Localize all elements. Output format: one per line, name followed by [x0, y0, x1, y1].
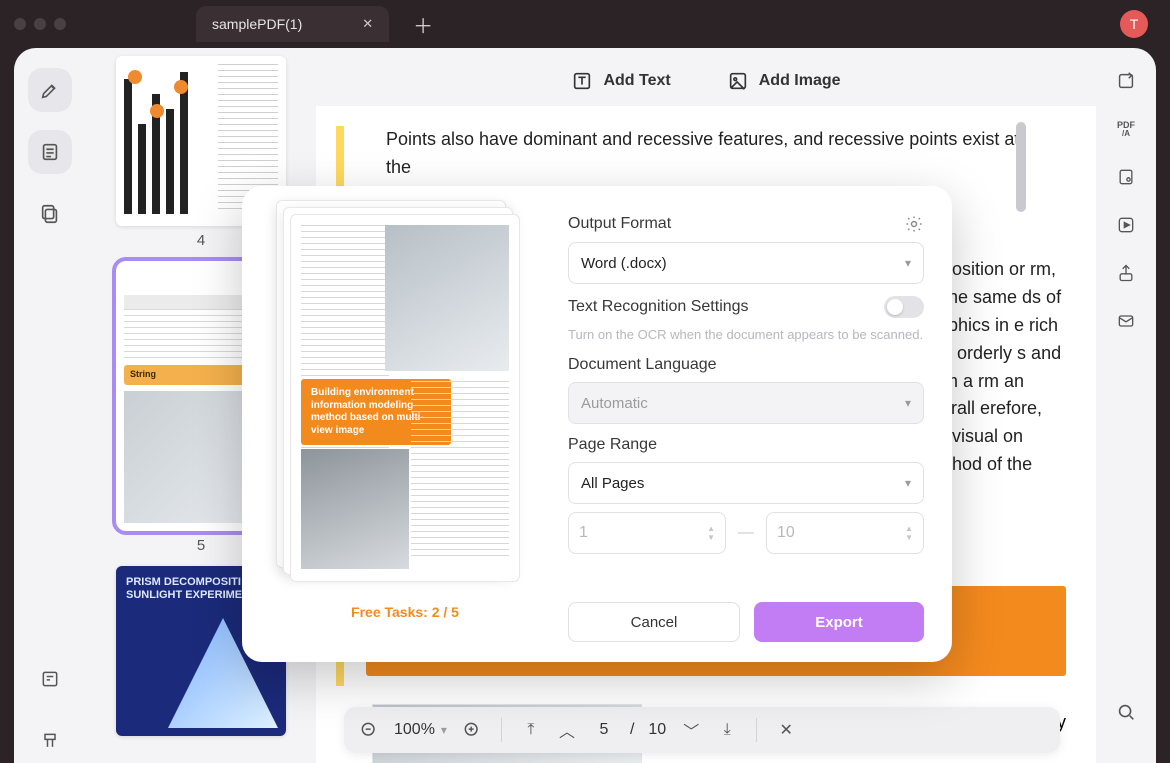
prev-page-icon[interactable]: ︿	[556, 719, 578, 741]
traffic-fullscreen[interactable]	[54, 18, 66, 30]
last-page-icon[interactable]: ⤓	[716, 719, 738, 741]
range-to-input[interactable]: 10 ▲▼	[766, 512, 924, 554]
range-from-value: 1	[579, 524, 588, 542]
bookmark-tool[interactable]	[28, 719, 72, 763]
add-text-button[interactable]: Add Text	[571, 70, 670, 92]
stepper-icon[interactable]: ▲▼	[905, 524, 913, 542]
close-bar-icon[interactable]: ✕	[775, 719, 797, 741]
pdfa-icon[interactable]: PDF/A	[1113, 116, 1139, 142]
export-fields: Output Format Word (.docx) ▾ Text Recogn…	[568, 214, 924, 642]
export-dialog: Building environment information modelin…	[242, 186, 952, 662]
form-tool[interactable]	[28, 657, 72, 701]
ocr-label: Text Recognition Settings	[568, 298, 749, 316]
notes-tool[interactable]	[28, 130, 72, 174]
zoom-out-icon[interactable]	[358, 719, 380, 741]
chevron-down-icon: ▾	[905, 256, 911, 270]
first-page-icon[interactable]: ⤒	[520, 719, 542, 741]
share-icon[interactable]	[1113, 260, 1139, 286]
copy-tool[interactable]	[28, 192, 72, 236]
right-tool-rail: PDF/A	[1096, 48, 1156, 763]
ocr-hint: Turn on the OCR when the document appear…	[568, 326, 924, 344]
user-avatar[interactable]: T	[1120, 10, 1148, 38]
vertical-scrollbar[interactable]	[1016, 122, 1026, 592]
output-format-select[interactable]: Word (.docx) ▾	[568, 242, 924, 284]
lock-icon[interactable]	[1113, 164, 1139, 190]
cancel-button[interactable]: Cancel	[568, 602, 740, 642]
play-icon[interactable]	[1113, 212, 1139, 238]
rotate-icon[interactable]	[1113, 68, 1139, 94]
tab-title: samplePDF(1)	[212, 16, 302, 32]
range-from-input[interactable]: 1 ▲▼	[568, 512, 726, 554]
zoom-in-icon[interactable]	[461, 719, 483, 741]
chevron-down-icon: ▾	[905, 396, 911, 410]
app-body: 4 String 5 PRISM DECOMPOSITI ON SUNLIGHT…	[14, 48, 1156, 763]
page-range-select[interactable]: All Pages ▾	[568, 462, 924, 504]
zoom-value: 100%	[394, 721, 435, 739]
add-image-label: Add Image	[759, 72, 841, 90]
language-select: Automatic ▾	[568, 382, 924, 424]
zoom-select[interactable]: 100% ▾	[394, 721, 447, 739]
page-range-label: Page Range	[568, 436, 924, 454]
page-control-bar: 100% ▾ ⤒ ︿ 5 / 10 ﹀ ⤓ ✕	[344, 707, 1060, 753]
preview-image-2	[301, 449, 409, 569]
preview-page: Building environment information modelin…	[290, 214, 520, 582]
window-controls	[14, 18, 66, 30]
next-page-icon[interactable]: ﹀	[680, 719, 702, 741]
export-preview: Building environment information modelin…	[270, 214, 540, 642]
gear-icon[interactable]	[904, 214, 924, 234]
page-separator: /	[630, 721, 634, 739]
output-format-value: Word (.docx)	[581, 255, 667, 272]
document-paragraph: Points also have dominant and recessive …	[386, 126, 1046, 182]
total-pages: 10	[648, 721, 666, 739]
ocr-toggle[interactable]	[884, 296, 924, 318]
titlebar: samplePDF(1) ✕ ＋ T	[0, 0, 1170, 48]
current-page-input[interactable]: 5	[592, 721, 616, 739]
export-button[interactable]: Export	[754, 602, 924, 642]
add-image-button[interactable]: Add Image	[727, 70, 841, 92]
scrollbar-thumb[interactable]	[1016, 122, 1026, 212]
stepper-icon[interactable]: ▲▼	[707, 524, 715, 542]
traffic-close[interactable]	[14, 18, 26, 30]
editor-toolbar: Add Text Add Image	[316, 52, 1096, 110]
highlighter-tool[interactable]	[28, 68, 72, 112]
tab-close-icon[interactable]: ✕	[362, 16, 373, 32]
tab-strip: samplePDF(1) ✕ ＋	[196, 6, 441, 42]
add-text-label: Add Text	[603, 72, 670, 90]
left-tool-rail	[14, 48, 86, 763]
output-format-label: Output Format	[568, 215, 671, 233]
search-icon[interactable]	[1113, 699, 1139, 725]
document-tab[interactable]: samplePDF(1) ✕	[196, 6, 389, 42]
range-to-value: 10	[777, 524, 795, 542]
page-range-value: All Pages	[581, 475, 644, 492]
mail-icon[interactable]	[1113, 308, 1139, 334]
language-label: Document Language	[568, 356, 924, 374]
caret-down-icon: ▾	[441, 723, 447, 737]
range-dash: —	[738, 524, 754, 542]
language-value: Automatic	[581, 395, 648, 412]
free-tasks-label: Free Tasks: 2 / 5	[351, 604, 459, 620]
new-tab-button[interactable]: ＋	[405, 10, 441, 39]
traffic-minimize[interactable]	[34, 18, 46, 30]
preview-image	[385, 225, 509, 371]
chevron-down-icon: ▾	[905, 476, 911, 490]
